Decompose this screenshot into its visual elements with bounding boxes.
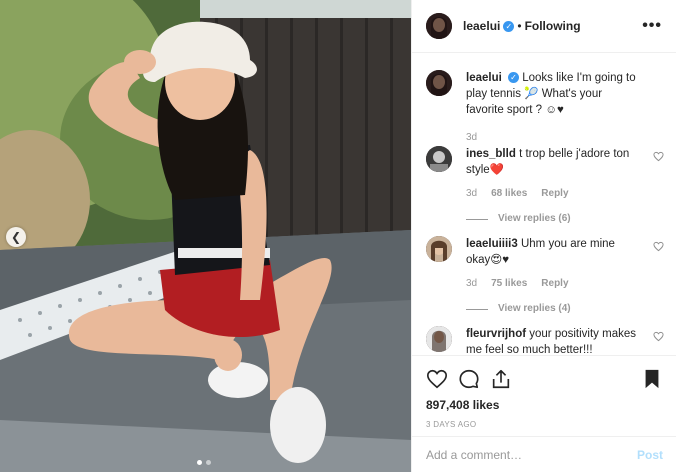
comment-item: fleurvrijhof your positivity makes me fe… — [426, 326, 666, 354]
comment-username[interactable]: fleurvrijhof — [466, 328, 526, 340]
caption-row: leaelui ✓ Looks like I'm going to play t… — [426, 70, 666, 146]
comment-age: 3d — [466, 278, 478, 289]
comment-bubble-icon[interactable] — [458, 368, 480, 390]
view-replies-label: View replies (4) — [498, 303, 571, 314]
avatar-image — [426, 70, 452, 96]
verified-badge-icon: ✓ — [503, 20, 515, 32]
replies-divider — [466, 308, 488, 310]
comment-item: ines_blld t trop belle j'adore ton style… — [426, 146, 666, 227]
avatar-image — [426, 13, 452, 39]
avatar-image — [426, 326, 452, 352]
comments-list[interactable]: leaelui ✓ Looks like I'm going to play t… — [412, 54, 676, 354]
commenter-avatar[interactable] — [426, 236, 452, 262]
comment-age: 3d — [466, 188, 478, 199]
comment-likes[interactable]: 68 likes — [491, 186, 527, 202]
avatar-image — [426, 146, 452, 172]
comment-username[interactable]: ines_blld — [466, 148, 516, 160]
comment-like-heart-icon[interactable] — [653, 241, 664, 252]
carousel-indicator — [197, 460, 211, 465]
post-actions: 897,408 likes 3 DAYS AGO — [412, 355, 676, 429]
caption-username[interactable]: leaelui — [466, 72, 502, 84]
post-timestamp[interactable]: 3 DAYS AGO — [426, 420, 663, 429]
carousel-dot — [206, 460, 211, 465]
author-avatar[interactable] — [426, 13, 452, 39]
post-comment-button[interactable]: Post — [637, 448, 663, 462]
post-photo[interactable]: ❮ — [0, 0, 411, 472]
following-button[interactable]: Following — [525, 19, 581, 33]
view-replies-button[interactable]: View replies (4) — [466, 301, 641, 317]
post-side-panel: leaelui ✓ • Following ••• leaelui ✓ Look… — [411, 0, 676, 472]
carousel-dot-active — [197, 460, 202, 465]
commenter-avatar[interactable] — [426, 326, 452, 352]
author-username[interactable]: leaelui — [463, 19, 500, 33]
caption-age: 3d — [466, 132, 478, 143]
comment-input[interactable] — [426, 447, 637, 462]
bookmark-filled-icon[interactable] — [641, 368, 663, 390]
view-replies-label: View replies (6) — [498, 213, 571, 224]
commenter-avatar[interactable] — [426, 146, 452, 172]
more-options-icon[interactable]: ••• — [642, 17, 662, 35]
share-upload-icon[interactable] — [490, 368, 512, 390]
author-avatar[interactable] — [426, 70, 452, 96]
comment-likes[interactable]: 75 likes — [491, 276, 527, 292]
comment-username[interactable]: leaeluiiii3 — [466, 238, 518, 250]
comment-item: leaeluiiii3 Uhm you are mine okay😍♥ 3d 7… — [426, 236, 666, 317]
chevron-left-icon: ❮ — [10, 230, 22, 244]
comment-composer: Post — [412, 436, 676, 472]
avatar-image — [426, 236, 452, 262]
heart-outline-icon[interactable] — [426, 368, 448, 390]
comment-like-heart-icon[interactable] — [653, 331, 664, 342]
separator: • — [517, 19, 522, 33]
view-replies-button[interactable]: View replies (6) — [466, 211, 641, 227]
previous-slide-button[interactable]: ❮ — [6, 227, 26, 247]
replies-divider — [466, 218, 488, 220]
comment-like-heart-icon[interactable] — [653, 151, 664, 162]
post-header: leaelui ✓ • Following ••• — [412, 0, 676, 53]
reply-button[interactable]: Reply — [541, 186, 568, 202]
verified-badge-icon: ✓ — [508, 72, 520, 84]
likes-count[interactable]: 897,408 likes — [426, 398, 663, 412]
photo-illustration — [0, 0, 411, 472]
reply-button[interactable]: Reply — [541, 276, 568, 292]
